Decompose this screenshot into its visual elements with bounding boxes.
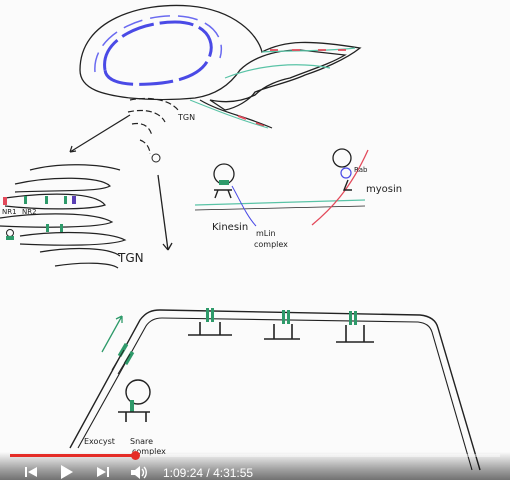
duration: 4:31:55 <box>213 466 254 480</box>
receptor-1b <box>211 308 214 322</box>
actin-filament <box>311 149 369 226</box>
vesicle-small <box>6 229 14 237</box>
nr1-label: NR1 <box>2 208 17 216</box>
kinesin-receptor <box>219 180 229 185</box>
tgn-stack <box>127 97 179 155</box>
fusion-site-a <box>117 342 129 358</box>
cisterna-3 <box>4 193 106 210</box>
kinesin-motor <box>214 189 232 199</box>
exocytosis-arrow <box>101 315 123 353</box>
receptor-3-plate <box>336 325 374 343</box>
exocyst-label: Exocyst <box>84 437 115 446</box>
lower-arm-red <box>237 115 265 127</box>
rab-blob <box>340 167 352 179</box>
video-frame[interactable]: TGN NR1 NR2 TGN Kinesin mLin complex Rab… <box>0 0 510 480</box>
nr-marker-green-2 <box>45 196 48 204</box>
rab-label: Rab <box>354 166 368 174</box>
snare-complex-shape <box>118 411 150 422</box>
progress-scrubber[interactable] <box>130 451 140 460</box>
tgn-label-small: TGN <box>177 113 195 122</box>
mlin-label-2: complex <box>254 240 288 249</box>
microtubule-2 <box>194 205 366 211</box>
current-time: 1:09:24 <box>163 466 204 480</box>
cisterna-4 <box>0 213 114 228</box>
previous-button[interactable] <box>20 462 42 480</box>
cisterna-1 <box>29 164 121 171</box>
volume-button[interactable] <box>128 462 150 480</box>
docking-receptor <box>130 400 134 412</box>
receptor-3a <box>349 311 352 325</box>
docking-vesicle <box>125 379 151 405</box>
receptor-2a <box>282 310 285 324</box>
myosin-label: myosin <box>366 184 402 195</box>
lower-arm <box>199 99 273 129</box>
cisterna-5 <box>19 231 127 246</box>
vesicle <box>151 153 161 163</box>
whiteboard-drawing: TGN NR1 NR2 TGN Kinesin mLin complex Rab… <box>0 4 481 471</box>
microtubule-1 <box>194 199 366 206</box>
cisterna-7 <box>54 262 119 269</box>
nr-marker-green-3 <box>64 196 67 204</box>
myosin-vesicle <box>332 148 352 168</box>
progress-played <box>10 454 135 457</box>
fusion-site-b <box>123 350 135 366</box>
nr-marker-red <box>3 197 7 205</box>
receptor-3b <box>354 311 357 325</box>
blue-inner-ring <box>103 20 213 86</box>
down-arrow <box>157 174 173 251</box>
kinesin-label: Kinesin <box>212 222 248 233</box>
play-button[interactable] <box>55 462 77 480</box>
skip-previous-icon <box>25 467 37 477</box>
mlin-label-1: mLin <box>256 229 276 238</box>
skip-next-icon <box>97 467 109 477</box>
nr-marker-green-5 <box>60 224 63 232</box>
progress-bar[interactable] <box>10 451 500 460</box>
receptor-1a <box>206 308 209 322</box>
nr2-label: NR2 <box>22 208 37 216</box>
time-separator: / <box>203 466 214 480</box>
receptor-2b <box>287 310 290 324</box>
volume-icon <box>131 466 147 479</box>
cisterna-6 <box>39 247 121 257</box>
receptor-2-plate <box>264 324 300 340</box>
next-button[interactable] <box>93 462 115 480</box>
nr-marker-purple <box>72 196 76 204</box>
snare-label-1: Snare <box>130 437 153 446</box>
cisterna-2 <box>14 177 111 193</box>
receptor-1-plate <box>188 322 232 336</box>
nr-marker-green-1 <box>24 196 27 204</box>
mlin-pointer <box>231 185 257 227</box>
tgn-label-large: TGN <box>117 251 144 265</box>
nr-marker-green-4 <box>46 224 49 232</box>
play-icon <box>61 465 73 479</box>
vesicle-receptor <box>6 236 14 240</box>
plasma-membrane-outer <box>69 309 481 471</box>
time-display: 1:09:24 / 4:31:55 <box>163 466 253 480</box>
zoom-arrow <box>69 114 131 153</box>
